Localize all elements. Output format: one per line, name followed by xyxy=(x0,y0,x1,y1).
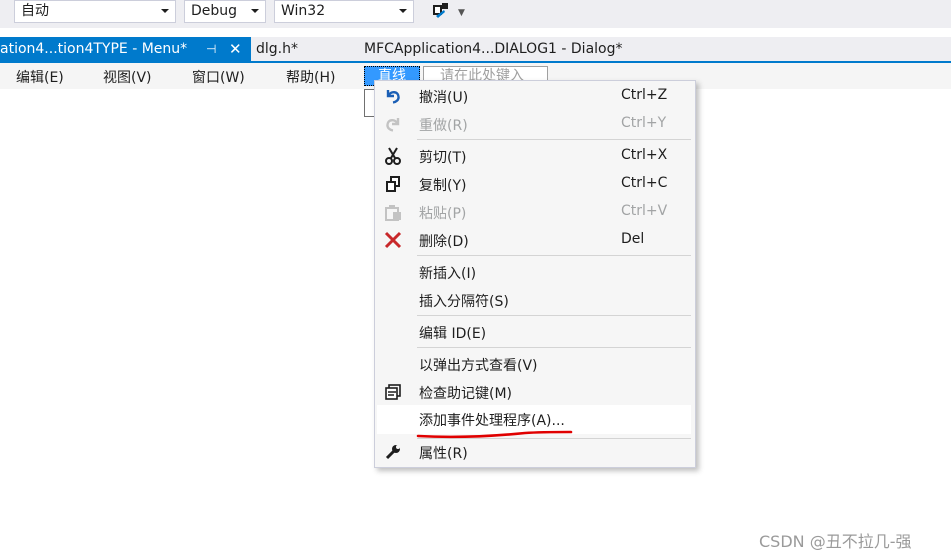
platform-value: Win32 xyxy=(281,3,326,19)
menu-shortcut: Ctrl+Z xyxy=(621,87,668,103)
menu-paste[interactable]: 粘贴(P) Ctrl+V xyxy=(375,198,695,226)
build-config-value: Debug xyxy=(191,3,238,19)
menu-label: 撤消(U) xyxy=(419,90,469,106)
menu-undo[interactable]: 撤消(U) Ctrl+Z xyxy=(375,82,695,110)
solution-config-combo[interactable]: 自动 xyxy=(14,0,176,23)
context-menu: 撤消(U) Ctrl+Z 重做(R) Ctrl+Y 剪切(T) Ctrl+X 复… xyxy=(374,80,696,468)
pin-icon[interactable]: ⊣ xyxy=(206,37,216,61)
chevron-down-icon[interactable]: ▼ xyxy=(458,8,465,18)
menu-properties[interactable]: 属性(R) xyxy=(375,438,695,466)
menu-label: 剪切(T) xyxy=(419,150,467,166)
submenu-stub xyxy=(364,89,374,117)
menu-redo[interactable]: 重做(R) Ctrl+Y xyxy=(375,110,695,138)
menu-check-mnemonics[interactable]: 检查助记键(M) xyxy=(375,378,695,406)
tab-label: dlg.h* xyxy=(256,41,298,57)
menu-separator xyxy=(417,315,691,316)
cut-icon xyxy=(384,147,402,165)
menu-label: 以弹出方式查看(V) xyxy=(419,358,538,374)
menu-label: 新插入(I) xyxy=(419,266,477,282)
close-icon[interactable]: ✕ xyxy=(229,37,242,61)
undo-icon xyxy=(384,87,402,105)
menu-new-insert[interactable]: 新插入(I) xyxy=(375,258,695,286)
menu-shortcut: Ctrl+V xyxy=(621,203,668,219)
menu-label: 重做(R) xyxy=(419,118,468,134)
tab-menu-resource[interactable]: ation4...tion4TYPE - Menu* ⊣ ✕ xyxy=(0,37,251,61)
attach-process-icon[interactable] xyxy=(430,2,452,22)
redo-icon xyxy=(384,115,402,133)
watermark: CSDN @丑不拉几-强 xyxy=(759,532,912,551)
toolbar: 自动 Debug Win32 ▼ xyxy=(0,0,951,28)
document-tab-strip: ation4...tion4TYPE - Menu* ⊣ ✕ dlg.h* MF… xyxy=(0,37,951,61)
tab-dlg-h[interactable]: dlg.h* xyxy=(256,37,298,61)
red-underline-annotation xyxy=(416,430,573,439)
menu-shortcut: Ctrl+X xyxy=(621,147,668,163)
menu-delete[interactable]: 删除(D) Del xyxy=(375,226,695,254)
paste-icon xyxy=(384,203,402,221)
menu-separator xyxy=(417,347,691,348)
tab-label: ation4...tion4TYPE - Menu* xyxy=(0,41,188,57)
menu-label: 检查助记键(M) xyxy=(419,386,513,402)
menu-separator xyxy=(417,255,691,256)
check-mnemonics-icon xyxy=(384,383,402,401)
tab-label: MFCApplication4...DIALOG1 - Dialog* xyxy=(364,41,623,57)
menu-cut[interactable]: 剪切(T) Ctrl+X xyxy=(375,142,695,170)
build-config-combo[interactable]: Debug xyxy=(184,0,266,23)
menu-insert-separator[interactable]: 插入分隔符(S) xyxy=(375,286,695,314)
menu-label: 属性(R) xyxy=(419,446,468,462)
menu-label: 粘贴(P) xyxy=(419,206,467,222)
menu-item-window[interactable]: 窗口(W) xyxy=(192,67,245,87)
menu-item-view[interactable]: 视图(V) xyxy=(103,67,152,87)
menu-copy[interactable]: 复制(Y) Ctrl+C xyxy=(375,170,695,198)
menu-shortcut: Del xyxy=(621,231,645,247)
delete-icon xyxy=(384,231,402,249)
menu-shortcut: Ctrl+C xyxy=(621,175,668,191)
solution-config-value: 自动 xyxy=(21,3,49,19)
chevron-down-icon xyxy=(399,9,407,13)
tab-dialog-resource[interactable]: MFCApplication4...DIALOG1 - Dialog* xyxy=(364,37,623,61)
menu-label: 删除(D) xyxy=(419,234,469,250)
menu-label: 编辑 ID(E) xyxy=(419,326,487,342)
copy-icon xyxy=(384,175,402,193)
chevron-down-icon xyxy=(161,9,169,13)
menu-shortcut: Ctrl+Y xyxy=(621,115,667,131)
menu-view-as-popup[interactable]: 以弹出方式查看(V) xyxy=(375,350,695,378)
menu-edit-id[interactable]: 编辑 ID(E) xyxy=(375,318,695,346)
menu-item-help[interactable]: 帮助(H) xyxy=(286,67,335,87)
platform-combo[interactable]: Win32 xyxy=(274,0,414,23)
menu-label: 插入分隔符(S) xyxy=(419,294,509,310)
wrench-icon xyxy=(384,443,402,461)
menu-separator xyxy=(417,139,691,140)
menu-item-edit[interactable]: 编辑(E) xyxy=(16,67,64,87)
chevron-down-icon xyxy=(251,9,259,13)
menu-label: 复制(Y) xyxy=(419,178,467,194)
